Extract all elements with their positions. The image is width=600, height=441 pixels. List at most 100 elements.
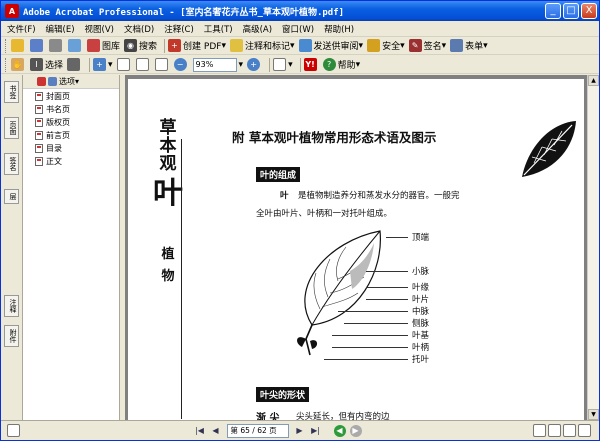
page-thumbnail-icon[interactable] [7,424,20,437]
snapshot-button[interactable] [67,57,82,73]
leader-line [366,287,408,288]
toolbar-grip[interactable] [5,38,8,53]
document-area[interactable]: 草本观叶 植物 附 草本观叶植物常用形态术语及图示 叶的组成 叶 是植物制造养分… [125,75,587,420]
paragraph-line-2: 全叶由叶片、叶柄和一对托叶组成。 [256,209,393,219]
sign-button[interactable]: ✎ 签名 ▾ [408,38,446,54]
menu-item[interactable]: 高级(A) [243,23,272,35]
bookmark-label: 版权页 [46,117,70,127]
nav-tab[interactable]: 页面 [4,117,19,139]
last-page-icon[interactable]: ▶| [310,425,322,437]
go-forward-icon[interactable]: ▶ [349,424,362,437]
menu-item[interactable]: 文档(D) [124,23,154,35]
options-menu[interactable]: 选项 [59,76,75,87]
continuous-icon[interactable] [548,424,561,437]
bookmark-item[interactable]: 书名页 [23,103,119,115]
zoom-out-button[interactable]: − [173,57,189,73]
leader-line [366,299,408,300]
comment-label: 注释和标记 [244,42,290,52]
paragraph-line-1: 是植物制造养分和蒸发水分的器官。一般完 [298,191,460,201]
single-page-icon[interactable] [533,424,546,437]
create-pdf-icon: + [168,39,182,52]
hand-tool-button[interactable]: ✋ [11,57,26,73]
bookmark-item[interactable]: 前言页 [23,129,119,141]
menu-item[interactable]: 文件(F) [7,23,36,35]
fit-page-button[interactable] [135,57,151,73]
sign-label: 签名 [423,42,442,52]
section-title-leaf-parts: 叶的组成 [256,167,301,182]
fit-width-button[interactable] [154,57,170,73]
comment-icon [229,39,243,52]
tools-toolbar: ✋ I 选择 + ▾ − 93% ▾ + ▾ Y! ? 帮助 ▾ [1,56,599,74]
organize-icon [87,39,100,52]
select-label: 选择 [45,61,64,71]
vertical-scrollbar[interactable]: ▲ ▼ [587,75,599,420]
close-button[interactable]: X [581,3,597,19]
nav-tab[interactable]: 签名 [4,153,19,175]
new-bookmark-icon[interactable] [48,77,57,86]
bookmark-item[interactable]: 封面页 [23,90,119,102]
help-button[interactable]: ? 帮助 ▾ [322,57,360,73]
menu-item[interactable]: 注释(C) [164,23,194,35]
side-title-char: 观 [159,154,177,174]
go-back-icon[interactable]: ◀ [333,424,346,437]
secure-button[interactable]: 安全 ▾ [367,38,405,54]
nav-tab[interactable]: 附件 [4,325,19,347]
next-page-icon[interactable]: ▶ [294,425,306,437]
nav-tab[interactable]: 书签 [4,81,19,103]
scroll-down-icon[interactable]: ▼ [588,409,599,420]
diagram-label: 侧脉 [412,319,430,329]
main-toolbar: 图库 ◉ 搜索 + 创建 PDF ▾ 注释和标记 ▾ 发送供审阅 ▾ 安全 ▾ ✎ 签名 ▾ 表… [1,37,599,55]
side-title-char: 叶 [153,176,183,211]
paragraph-term: 叶 [280,191,289,201]
organize-button[interactable]: 图库 [87,38,120,54]
print-button[interactable] [49,38,64,54]
title-bar[interactable]: A Adobe Acrobat Professional - [室内名奢花卉丛书… [1,1,599,21]
create-pdf-button[interactable]: + 创建 PDF ▾ [168,38,226,54]
page-layout-button[interactable]: ▾ [273,57,293,73]
menu-item[interactable]: 编辑(E) [46,23,75,35]
bookmark-item[interactable]: 正文 [23,155,119,167]
forms-label: 表单 [465,42,484,52]
menu-item[interactable]: 帮助(H) [324,23,354,35]
email-button[interactable] [68,38,83,54]
actual-size-button[interactable] [116,57,132,73]
secure-label: 安全 [382,42,401,52]
leaf-tip-term: 渐 尖 [256,413,280,420]
page-number-input[interactable]: 第 65 / 62 页 [226,423,289,438]
previous-page-icon[interactable]: ◀ [210,425,222,437]
page-layout-icon [273,58,287,71]
maximize-button[interactable]: □ [563,3,579,19]
search-label: 搜索 [139,42,158,52]
page-heading: 附 草本观叶植物常用形态术语及图示 [232,130,437,145]
folder-open-icon [11,39,24,52]
zoom-in-icon: + [93,58,107,71]
minimize-button[interactable]: _ [545,3,561,19]
open-button[interactable] [11,38,26,54]
facing-icon[interactable] [563,424,576,437]
nav-tab[interactable]: 注释 [4,295,19,317]
continuous-facing-icon[interactable] [578,424,591,437]
toolbar-grip[interactable] [5,57,8,72]
zoom-dropdown[interactable]: ▾ [239,57,244,73]
bookmark-item[interactable]: 版权页 [23,116,119,128]
select-tool-button[interactable]: I 选择 [30,57,63,73]
menu-item[interactable]: 视图(V) [85,23,114,35]
search-button[interactable]: ◉ 搜索 [124,38,157,54]
first-page-icon[interactable]: |◀ [194,425,206,437]
yahoo-button[interactable]: Y! [303,57,319,73]
zoom-input[interactable]: 93% [192,57,237,72]
nav-tab[interactable]: 层 [4,189,19,204]
forms-icon [450,39,464,52]
scroll-up-icon[interactable]: ▲ [588,75,599,86]
menu-item[interactable]: 工具(T) [204,23,233,35]
review-icon [298,39,312,52]
zoom-in-button[interactable]: + [247,57,262,73]
menu-item[interactable]: 窗口(W) [282,23,314,35]
bookmark-item[interactable]: 目录 [23,142,119,154]
zoom-tool-button[interactable]: + ▾ [93,57,113,73]
delete-bookmark-icon[interactable] [37,77,46,86]
forms-button[interactable]: 表单 ▾ [450,38,488,54]
save-button[interactable] [30,38,45,54]
comment-button[interactable]: 注释和标记 ▾ [229,38,295,54]
review-button[interactable]: 发送供审阅 ▾ [298,38,363,54]
